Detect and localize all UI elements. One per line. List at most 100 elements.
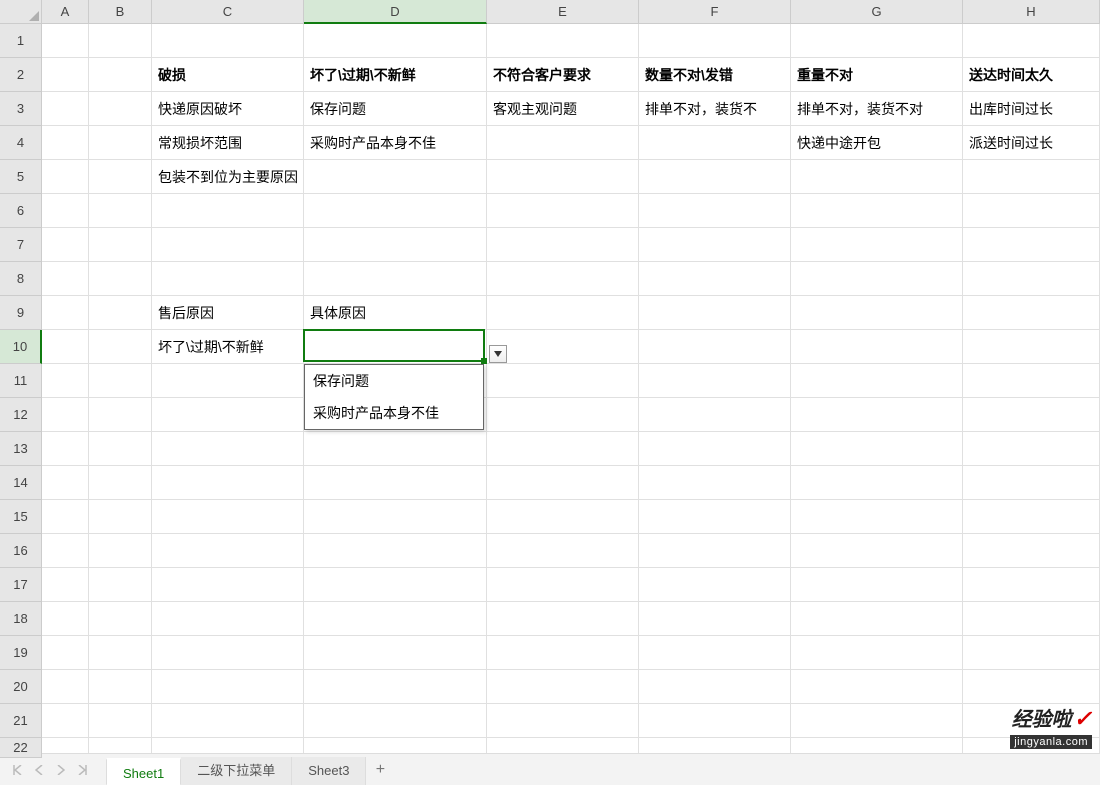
cell-E5[interactable] xyxy=(487,160,639,194)
cell-G9[interactable] xyxy=(791,296,963,330)
cell-F17[interactable] xyxy=(639,568,791,602)
cell-C4[interactable]: 常规损坏范围 xyxy=(152,126,304,160)
column-header-G[interactable]: G xyxy=(791,0,963,24)
cell-A5[interactable] xyxy=(42,160,89,194)
cell-B17[interactable] xyxy=(89,568,152,602)
row-header-3[interactable]: 3 xyxy=(0,92,42,126)
row-header-2[interactable]: 2 xyxy=(0,58,42,92)
cell-H19[interactable] xyxy=(963,636,1100,670)
cell-G16[interactable] xyxy=(791,534,963,568)
row-header-16[interactable]: 16 xyxy=(0,534,42,568)
cell-A1[interactable] xyxy=(42,24,89,58)
cell-C18[interactable] xyxy=(152,602,304,636)
select-all-corner[interactable] xyxy=(0,0,42,24)
cell-F4[interactable] xyxy=(639,126,791,160)
cell-F8[interactable] xyxy=(639,262,791,296)
cell-A15[interactable] xyxy=(42,500,89,534)
column-header-B[interactable]: B xyxy=(89,0,152,24)
cell-A9[interactable] xyxy=(42,296,89,330)
cell-H1[interactable] xyxy=(963,24,1100,58)
cell-F10[interactable] xyxy=(639,330,791,364)
cell-H6[interactable] xyxy=(963,194,1100,228)
cell-C17[interactable] xyxy=(152,568,304,602)
cell-G15[interactable] xyxy=(791,500,963,534)
cell-D2[interactable]: 坏了\过期\不新鲜 xyxy=(304,58,487,92)
cell-D6[interactable] xyxy=(304,194,487,228)
sheet-tab-1[interactable]: 二级下拉菜单 xyxy=(181,757,292,785)
cell-C7[interactable] xyxy=(152,228,304,262)
cell-C20[interactable] xyxy=(152,670,304,704)
cell-D10[interactable] xyxy=(304,330,487,364)
cell-B20[interactable] xyxy=(89,670,152,704)
cell-A17[interactable] xyxy=(42,568,89,602)
cell-G20[interactable] xyxy=(791,670,963,704)
cell-F12[interactable] xyxy=(639,398,791,432)
cell-H17[interactable] xyxy=(963,568,1100,602)
cell-D9[interactable]: 具体原因 xyxy=(304,296,487,330)
cell-B18[interactable] xyxy=(89,602,152,636)
column-header-E[interactable]: E xyxy=(487,0,639,24)
cell-A4[interactable] xyxy=(42,126,89,160)
row-header-9[interactable]: 9 xyxy=(0,296,42,330)
cell-B7[interactable] xyxy=(89,228,152,262)
cell-E6[interactable] xyxy=(487,194,639,228)
cell-D15[interactable] xyxy=(304,500,487,534)
row-header-1[interactable]: 1 xyxy=(0,24,42,58)
cell-B6[interactable] xyxy=(89,194,152,228)
cell-F16[interactable] xyxy=(639,534,791,568)
cell-C14[interactable] xyxy=(152,466,304,500)
cell-F2[interactable]: 数量不对\发错 xyxy=(639,58,791,92)
row-header-11[interactable]: 11 xyxy=(0,364,42,398)
cell-G10[interactable] xyxy=(791,330,963,364)
cell-B3[interactable] xyxy=(89,92,152,126)
row-header-18[interactable]: 18 xyxy=(0,602,42,636)
cell-F1[interactable] xyxy=(639,24,791,58)
cell-A13[interactable] xyxy=(42,432,89,466)
cell-C6[interactable] xyxy=(152,194,304,228)
cell-E2[interactable]: 不符合客户要求 xyxy=(487,58,639,92)
cell-F19[interactable] xyxy=(639,636,791,670)
cell-G19[interactable] xyxy=(791,636,963,670)
cell-B9[interactable] xyxy=(89,296,152,330)
cell-F14[interactable] xyxy=(639,466,791,500)
cell-B11[interactable] xyxy=(89,364,152,398)
cell-H3[interactable]: 出库时间过长 xyxy=(963,92,1100,126)
cell-C13[interactable] xyxy=(152,432,304,466)
row-header-14[interactable]: 14 xyxy=(0,466,42,500)
cell-D18[interactable] xyxy=(304,602,487,636)
tab-nav-next[interactable] xyxy=(50,759,72,781)
cell-H7[interactable] xyxy=(963,228,1100,262)
cell-G3[interactable]: 排单不对，装货不对 xyxy=(791,92,963,126)
cell-C19[interactable] xyxy=(152,636,304,670)
cell-B12[interactable] xyxy=(89,398,152,432)
cell-E13[interactable] xyxy=(487,432,639,466)
cell-H18[interactable] xyxy=(963,602,1100,636)
cell-D21[interactable] xyxy=(304,704,487,738)
cell-H5[interactable] xyxy=(963,160,1100,194)
cell-D8[interactable] xyxy=(304,262,487,296)
cell-H11[interactable] xyxy=(963,364,1100,398)
cell-A19[interactable] xyxy=(42,636,89,670)
cell-E4[interactable] xyxy=(487,126,639,160)
cell-H12[interactable] xyxy=(963,398,1100,432)
cell-H10[interactable] xyxy=(963,330,1100,364)
cell-E1[interactable] xyxy=(487,24,639,58)
add-sheet-button[interactable]: + xyxy=(366,761,394,779)
cell-B13[interactable] xyxy=(89,432,152,466)
column-header-C[interactable]: C xyxy=(152,0,304,24)
cell-G6[interactable] xyxy=(791,194,963,228)
row-header-8[interactable]: 8 xyxy=(0,262,42,296)
cell-B21[interactable] xyxy=(89,704,152,738)
cell-H15[interactable] xyxy=(963,500,1100,534)
row-header-4[interactable]: 4 xyxy=(0,126,42,160)
cell-B8[interactable] xyxy=(89,262,152,296)
cell-B19[interactable] xyxy=(89,636,152,670)
row-header-7[interactable]: 7 xyxy=(0,228,42,262)
cell-H13[interactable] xyxy=(963,432,1100,466)
cell-A8[interactable] xyxy=(42,262,89,296)
cell-E3[interactable]: 客观主观问题 xyxy=(487,92,639,126)
row-header-6[interactable]: 6 xyxy=(0,194,42,228)
cell-D7[interactable] xyxy=(304,228,487,262)
cell-D16[interactable] xyxy=(304,534,487,568)
cell-E14[interactable] xyxy=(487,466,639,500)
